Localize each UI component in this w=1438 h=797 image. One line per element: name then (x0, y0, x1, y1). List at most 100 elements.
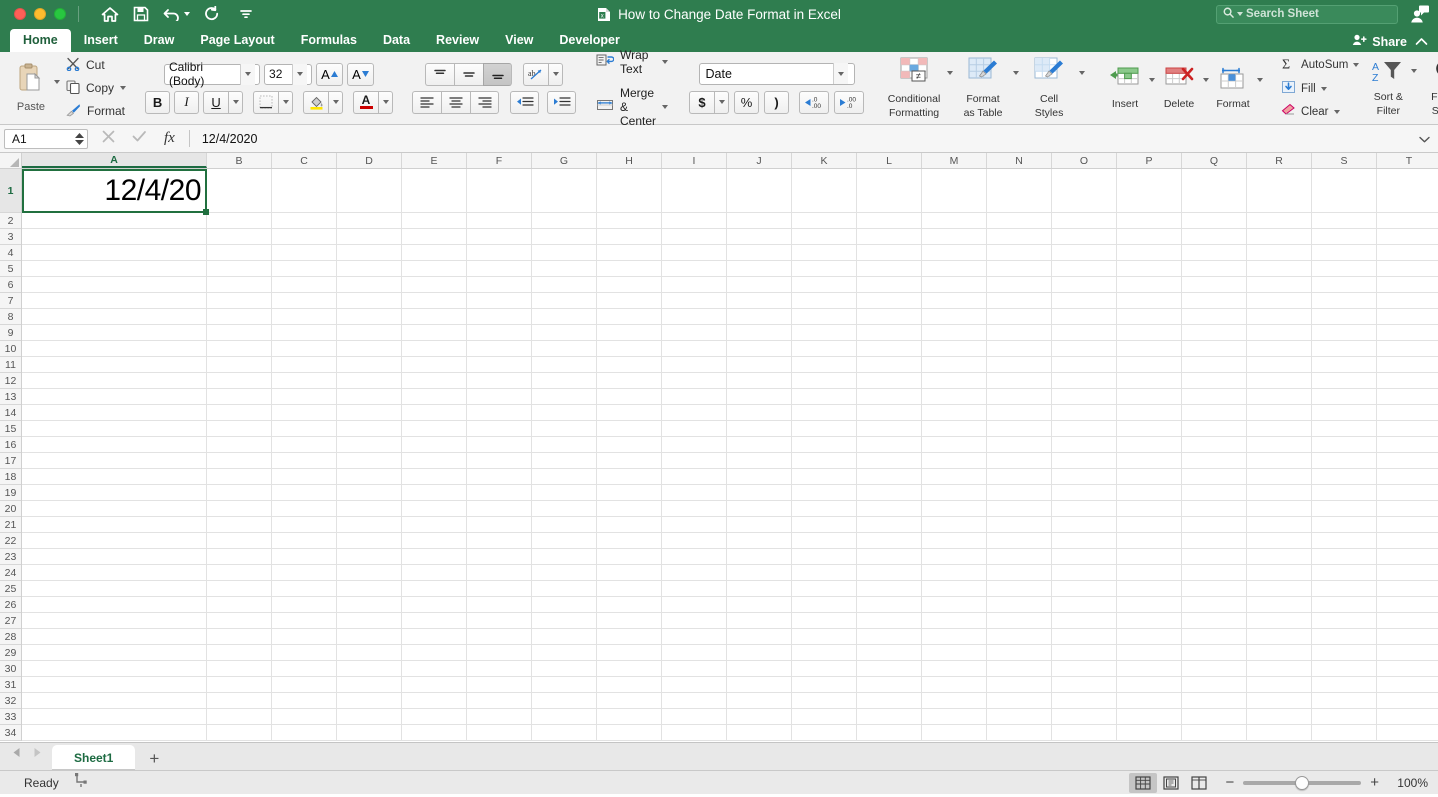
cell-C9[interactable] (272, 325, 337, 341)
cell-K11[interactable] (792, 357, 857, 373)
cell-Q25[interactable] (1182, 581, 1247, 597)
tab-formulas[interactable]: Formulas (288, 29, 370, 52)
cell-F30[interactable] (467, 661, 532, 677)
cell-H19[interactable] (597, 485, 662, 501)
cell-L33[interactable] (857, 709, 922, 725)
align-right-button[interactable] (470, 90, 500, 114)
cell-H5[interactable] (597, 261, 662, 277)
cell-G29[interactable] (532, 645, 597, 661)
cell-O22[interactable] (1052, 533, 1117, 549)
cell-S5[interactable] (1312, 261, 1377, 277)
cell-K20[interactable] (792, 501, 857, 517)
cell-A34[interactable] (22, 725, 207, 741)
cell-L13[interactable] (857, 389, 922, 405)
cell-A6[interactable] (22, 277, 207, 293)
cell-I15[interactable] (662, 421, 727, 437)
cell-D2[interactable] (337, 213, 402, 229)
cell-R8[interactable] (1247, 309, 1312, 325)
cell-R1[interactable] (1247, 169, 1312, 213)
cell-I12[interactable] (662, 373, 727, 389)
cell-A19[interactable] (22, 485, 207, 501)
cell-R30[interactable] (1247, 661, 1312, 677)
cell-O28[interactable] (1052, 629, 1117, 645)
cell-F11[interactable] (467, 357, 532, 373)
cell-N7[interactable] (987, 293, 1052, 309)
cell-O23[interactable] (1052, 549, 1117, 565)
cell-L26[interactable] (857, 597, 922, 613)
row-header-25[interactable]: 25 (0, 581, 21, 597)
cell-O6[interactable] (1052, 277, 1117, 293)
font-color-split-button[interactable]: A (353, 90, 394, 114)
cell-I34[interactable] (662, 725, 727, 741)
row-header-34[interactable]: 34 (0, 725, 21, 741)
accessibility-icon[interactable] (74, 772, 91, 793)
cell-R10[interactable] (1247, 341, 1312, 357)
cell-F2[interactable] (467, 213, 532, 229)
enter-formula-icon[interactable] (132, 130, 147, 148)
cell-H6[interactable] (597, 277, 662, 293)
cell-E28[interactable] (402, 629, 467, 645)
cell-D8[interactable] (337, 309, 402, 325)
cell-T22[interactable] (1377, 533, 1438, 549)
cell-C17[interactable] (272, 453, 337, 469)
column-header-t[interactable]: T (1377, 153, 1438, 168)
cell-I14[interactable] (662, 405, 727, 421)
cell-H1[interactable] (597, 169, 662, 213)
undo-dropdown-icon[interactable] (184, 12, 190, 16)
merge-center-dropdown-icon[interactable] (662, 105, 669, 109)
cell-L5[interactable] (857, 261, 922, 277)
format-cells-dropdown-icon[interactable] (1257, 77, 1264, 82)
cell-P22[interactable] (1117, 533, 1182, 549)
cell-R12[interactable] (1247, 373, 1312, 389)
cell-K7[interactable] (792, 293, 857, 309)
cell-M15[interactable] (922, 421, 987, 437)
cell-S28[interactable] (1312, 629, 1377, 645)
cell-I5[interactable] (662, 261, 727, 277)
cell-S13[interactable] (1312, 389, 1377, 405)
cell-O34[interactable] (1052, 725, 1117, 741)
cell-B23[interactable] (207, 549, 272, 565)
cell-H12[interactable] (597, 373, 662, 389)
cell-L20[interactable] (857, 501, 922, 517)
cell-M31[interactable] (922, 677, 987, 693)
cell-T2[interactable] (1377, 213, 1438, 229)
cell-A22[interactable] (22, 533, 207, 549)
font-color-button[interactable]: A (353, 90, 379, 114)
cell-E12[interactable] (402, 373, 467, 389)
cell-F4[interactable] (467, 245, 532, 261)
cell-H20[interactable] (597, 501, 662, 517)
cell-A11[interactable] (22, 357, 207, 373)
cell-H4[interactable] (597, 245, 662, 261)
cell-Q19[interactable] (1182, 485, 1247, 501)
cell-K24[interactable] (792, 565, 857, 581)
cell-D34[interactable] (337, 725, 402, 741)
fill-handle[interactable] (203, 209, 209, 215)
grid-cells[interactable]: 12/4/20 (22, 169, 1438, 741)
cell-A32[interactable] (22, 693, 207, 709)
cell-styles-dropdown-icon[interactable] (1079, 71, 1086, 75)
tab-review[interactable]: Review (423, 29, 492, 52)
cell-J8[interactable] (727, 309, 792, 325)
cell-C22[interactable] (272, 533, 337, 549)
cell-C14[interactable] (272, 405, 337, 421)
cell-N5[interactable] (987, 261, 1052, 277)
clear-button[interactable]: Clear (1281, 103, 1359, 120)
cell-I20[interactable] (662, 501, 727, 517)
cell-P26[interactable] (1117, 597, 1182, 613)
cell-B6[interactable] (207, 277, 272, 293)
cell-D9[interactable] (337, 325, 402, 341)
cell-S18[interactable] (1312, 469, 1377, 485)
cell-B13[interactable] (207, 389, 272, 405)
cell-C13[interactable] (272, 389, 337, 405)
cell-B28[interactable] (207, 629, 272, 645)
cell-B24[interactable] (207, 565, 272, 581)
cell-R3[interactable] (1247, 229, 1312, 245)
row-header-31[interactable]: 31 (0, 677, 21, 693)
cell-L28[interactable] (857, 629, 922, 645)
cell-J16[interactable] (727, 437, 792, 453)
column-header-i[interactable]: I (662, 153, 727, 168)
cell-H8[interactable] (597, 309, 662, 325)
redo-icon[interactable] (204, 6, 220, 22)
cell-T23[interactable] (1377, 549, 1438, 565)
cell-C26[interactable] (272, 597, 337, 613)
